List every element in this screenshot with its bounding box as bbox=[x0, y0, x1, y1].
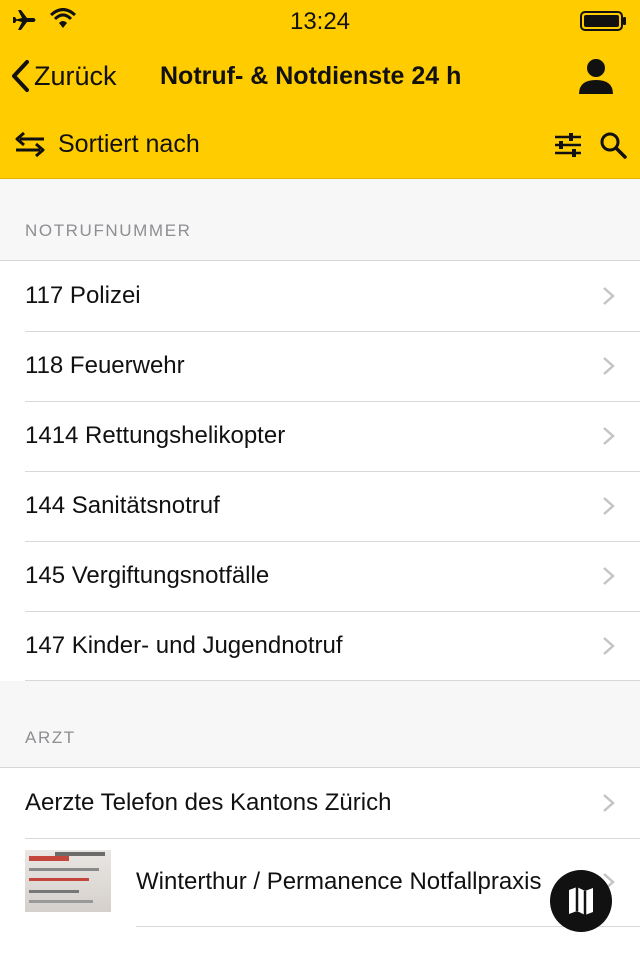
list-item[interactable]: 117 Polizei bbox=[0, 261, 640, 331]
chevron-right-icon bbox=[603, 357, 615, 375]
map-button[interactable] bbox=[550, 870, 612, 932]
navigation-bar: Zurück Notruf- & Notdienste 24 h bbox=[0, 40, 640, 112]
list-item[interactable]: 118 Feuerwehr bbox=[0, 331, 640, 401]
search-icon[interactable] bbox=[598, 130, 628, 160]
user-profile-icon[interactable] bbox=[576, 56, 616, 96]
filter-sliders-icon[interactable] bbox=[553, 130, 583, 160]
sort-button[interactable]: Sortiert nach bbox=[14, 126, 200, 162]
page-title: Notruf- & Notdienste 24 h bbox=[160, 62, 462, 90]
section-header-notrufnummer: NOTRUFNUMMER bbox=[25, 221, 192, 240]
sort-label: Sortiert nach bbox=[58, 129, 200, 158]
chevron-right-icon bbox=[603, 637, 615, 655]
list-item-label: 145 Vergiftungsnotfälle bbox=[25, 562, 270, 589]
list-item[interactable]: Aerzte Telefon des Kantons Zürich bbox=[0, 768, 640, 838]
chevron-right-icon bbox=[603, 567, 615, 585]
list-item[interactable]: 145 Vergiftungsnotfälle bbox=[0, 541, 640, 611]
chevron-right-icon bbox=[603, 427, 615, 445]
chevron-right-icon bbox=[603, 287, 615, 305]
list-item-label: 147 Kinder- und Jugendnotruf bbox=[25, 632, 343, 659]
app-header: 13:24 Zurück Notruf- & Notdienste 24 h S… bbox=[0, 0, 640, 179]
list-item-label: Aerzte Telefon des Kantons Zürich bbox=[25, 789, 392, 816]
list-item[interactable]: 1414 Rettungshelikopter bbox=[0, 401, 640, 471]
list-item-label: 118 Feuerwehr bbox=[25, 352, 185, 379]
section-header-arzt: ARZT bbox=[25, 728, 76, 747]
list-item-label: Winterthur / Permanence Notfallpraxis bbox=[136, 868, 542, 895]
chevron-left-icon bbox=[12, 60, 29, 92]
doctor-list: Aerzte Telefon des Kantons Zürich Winter… bbox=[0, 767, 640, 961]
list-item[interactable]: Winterthur / Permanence Notfallpraxis bbox=[0, 838, 640, 926]
status-bar: 13:24 bbox=[0, 0, 640, 40]
sort-toolbar: Sortiert nach bbox=[0, 112, 640, 178]
back-label: Zurück bbox=[34, 60, 117, 91]
back-button[interactable]: Zurück bbox=[10, 58, 117, 94]
chevron-right-icon bbox=[603, 497, 615, 515]
swap-arrows-icon bbox=[15, 131, 45, 157]
chevron-right-icon bbox=[603, 794, 615, 812]
emergency-number-list: 117 Polizei 118 Feuerwehr 1414 Rettungsh… bbox=[0, 260, 640, 681]
battery-icon bbox=[580, 11, 626, 31]
practice-thumbnail-image bbox=[25, 850, 111, 912]
list-item[interactable]: 147 Kinder- und Jugendnotruf bbox=[0, 611, 640, 681]
status-time: 13:24 bbox=[289, 8, 351, 35]
list-item[interactable]: 144 Sanitätsnotruf bbox=[0, 471, 640, 541]
list-item-label: 117 Polizei bbox=[25, 282, 141, 309]
list-item-label: 1414 Rettungshelikopter bbox=[25, 422, 286, 449]
map-icon bbox=[569, 887, 593, 915]
list-item-label: 144 Sanitätsnotruf bbox=[25, 492, 220, 519]
